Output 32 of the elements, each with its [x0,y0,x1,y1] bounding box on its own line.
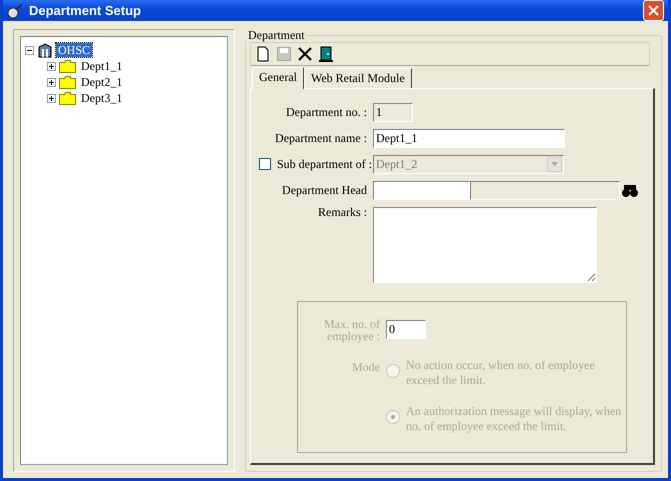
tree-item[interactable]: Dept3_1 [79,91,124,105]
collapse-icon[interactable] [25,46,34,54]
tree-item[interactable]: OHSC [56,43,92,57]
input-field[interactable] [373,180,470,200]
tree-item[interactable]: Dept2_1 [79,75,124,89]
door-icon[interactable] [318,46,334,62]
tree-item[interactable]: Dept1_1 [79,59,124,73]
window-title: Department Setup [29,3,142,18]
close-icon[interactable] [648,5,659,16]
building-icon [37,42,53,58]
folder-icon [59,92,76,104]
expand-icon[interactable] [47,78,56,86]
delete-icon[interactable] [297,46,313,62]
mode-label: Mode [351,359,380,376]
folder-icon [59,60,76,72]
folder-icon [59,76,76,88]
field-label: Department no. : [285,104,368,120]
group-title: Department [245,29,305,41]
tab[interactable]: Web Retail Module [304,68,412,88]
field-label: Max. no. of employee : [323,318,380,342]
field-label: Department Head [281,182,368,198]
tab[interactable]: General [252,67,304,89]
input-field[interactable]: Dept1_1 [373,128,565,148]
checkbox-label: Sub department of : [277,156,372,172]
field-label: Remarks : [317,204,368,220]
close-button[interactable] [643,0,664,21]
remarks-field[interactable] [373,207,597,283]
app-icon [7,2,23,18]
new-file-icon[interactable] [255,46,271,62]
expand-icon[interactable] [47,94,56,102]
expand-icon[interactable] [47,62,56,70]
field-label: Department name : [274,130,368,146]
